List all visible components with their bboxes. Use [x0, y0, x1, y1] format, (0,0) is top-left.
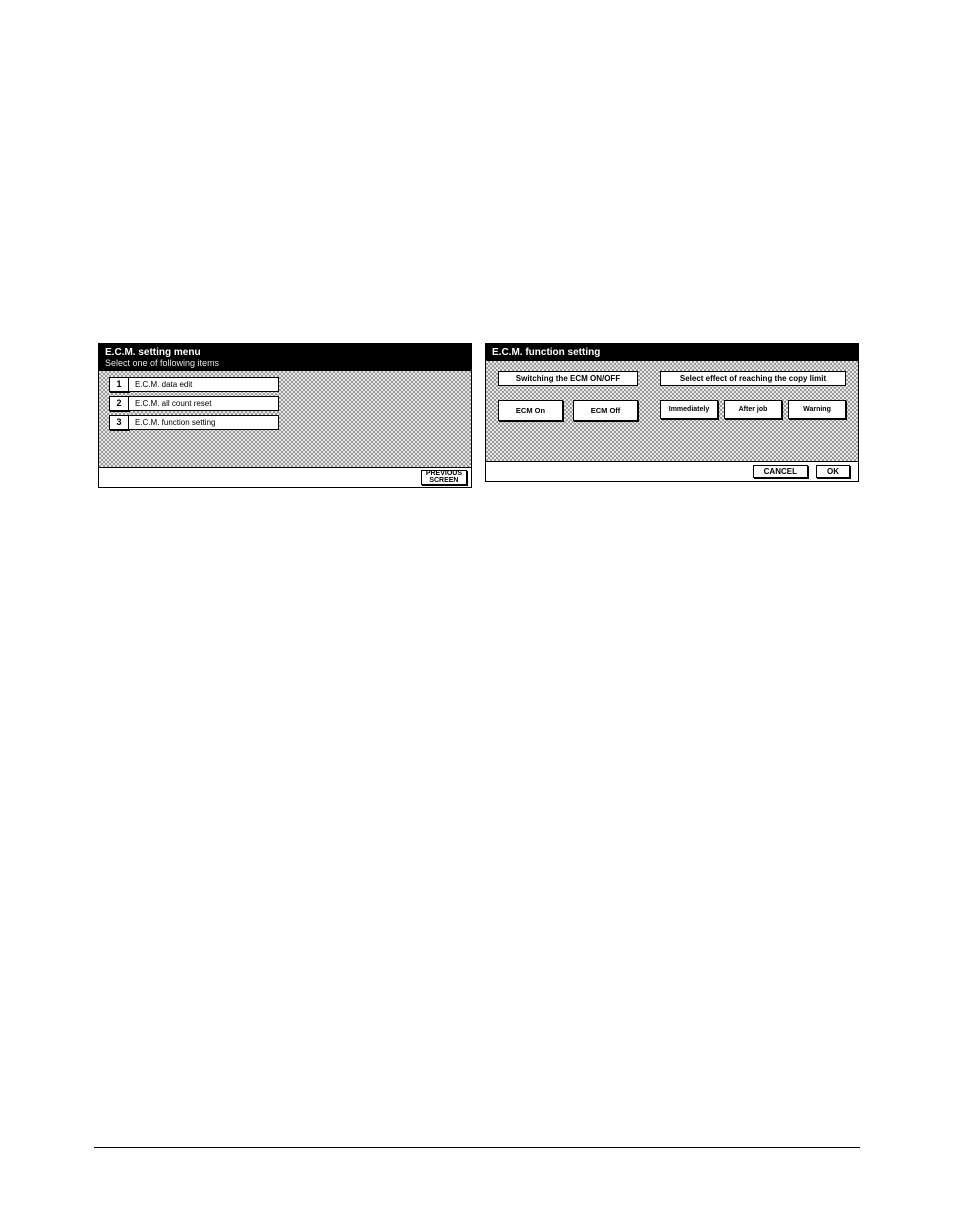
switch-ecm-group: Switching the ECM ON/OFF ECM On ECM Off — [498, 371, 638, 461]
menu-item-data-edit[interactable]: 1 E.C.M. data edit — [109, 377, 279, 392]
panel-title-bar: E.C.M. function setting — [486, 344, 858, 361]
page-footer-rule — [94, 1147, 860, 1148]
panel-title: E.C.M. setting menu — [105, 347, 201, 358]
panel-subtitle: Select one of following items — [105, 359, 465, 369]
switch-ecm-label: Switching the ECM ON/OFF — [498, 371, 638, 386]
ok-button[interactable]: OK — [816, 465, 850, 478]
after-job-button[interactable]: After job — [724, 400, 782, 419]
menu-item-number: 1 — [109, 377, 129, 392]
menu-item-label: E.C.M. function setting — [129, 415, 279, 430]
menu-item-number: 3 — [109, 415, 129, 430]
switch-ecm-options: ECM On ECM Off — [498, 400, 638, 421]
ecm-function-body: Switching the ECM ON/OFF ECM On ECM Off … — [486, 361, 858, 461]
ecm-function-setting-panel: E.C.M. function setting Switching the EC… — [485, 343, 859, 482]
ecm-menu-footer: PREVIOUS SCREEN — [99, 467, 471, 487]
page: E.C.M. setting menu Select one of follow… — [0, 0, 954, 1230]
copy-limit-effect-label: Select effect of reaching the copy limit — [660, 371, 846, 386]
ecm-setting-menu-panel-wrap: E.C.M. setting menu Select one of follow… — [98, 343, 472, 488]
menu-item-label: E.C.M. data edit — [129, 377, 279, 392]
previous-screen-line2: SCREEN — [426, 477, 462, 484]
copy-limit-effect-options: Immediately After job Warning — [660, 400, 846, 419]
ecm-off-button[interactable]: ECM Off — [573, 400, 638, 421]
cancel-button[interactable]: CANCEL — [753, 465, 808, 478]
ecm-function-footer: CANCEL OK — [486, 461, 858, 481]
ecm-function-setting-panel-wrap: E.C.M. function setting Switching the EC… — [485, 343, 859, 482]
ecm-menu-body: 1 E.C.M. data edit 2 E.C.M. all count re… — [99, 371, 471, 467]
panel-title-bar: E.C.M. setting menu Select one of follow… — [99, 344, 471, 371]
menu-item-label: E.C.M. all count reset — [129, 396, 279, 411]
menu-item-number: 2 — [109, 396, 129, 411]
warning-button[interactable]: Warning — [788, 400, 846, 419]
panel-title: E.C.M. function setting — [492, 347, 600, 358]
previous-screen-line1: PREVIOUS — [426, 470, 462, 477]
ecm-setting-menu-panel: E.C.M. setting menu Select one of follow… — [98, 343, 472, 488]
menu-item-all-count-reset[interactable]: 2 E.C.M. all count reset — [109, 396, 279, 411]
immediately-button[interactable]: Immediately — [660, 400, 718, 419]
menu-item-function-setting[interactable]: 3 E.C.M. function setting — [109, 415, 279, 430]
ecm-on-button[interactable]: ECM On — [498, 400, 563, 421]
copy-limit-effect-group: Select effect of reaching the copy limit… — [660, 371, 846, 461]
previous-screen-button[interactable]: PREVIOUS SCREEN — [421, 470, 467, 485]
